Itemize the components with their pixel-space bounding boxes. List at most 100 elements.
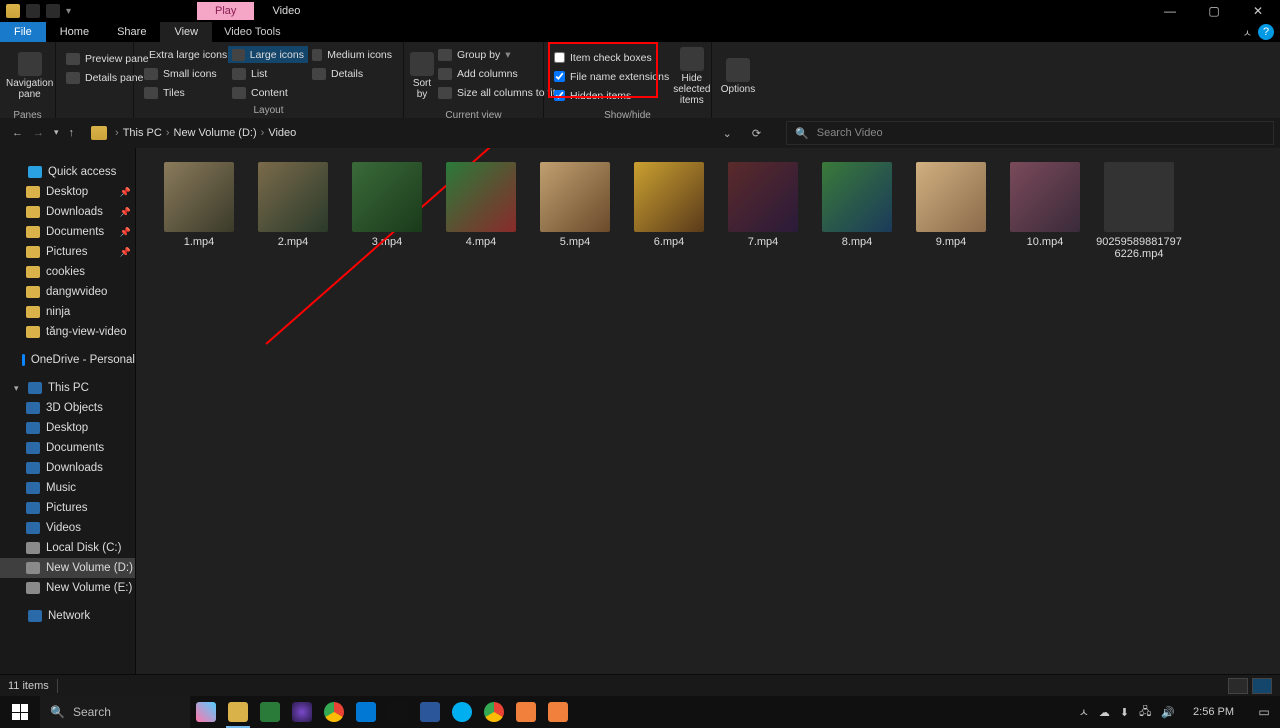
minimize-button[interactable]: — bbox=[1148, 0, 1192, 22]
file-item[interactable]: 4.mp4 bbox=[434, 162, 528, 270]
size-columns-button[interactable]: Size all columns to fit bbox=[434, 84, 560, 101]
file-tab[interactable]: File bbox=[0, 22, 46, 42]
taskbar-app-word[interactable] bbox=[414, 696, 446, 728]
file-item[interactable]: 1.mp4 bbox=[152, 162, 246, 270]
this-pc-node[interactable]: ▾This PC bbox=[0, 378, 135, 398]
tree-item[interactable]: Desktop bbox=[0, 418, 135, 438]
onedrive-node[interactable]: OneDrive - Personal bbox=[0, 350, 135, 370]
file-item[interactable]: 6.mp4 bbox=[622, 162, 716, 270]
tree-item[interactable]: Music bbox=[0, 478, 135, 498]
tray-overflow-icon[interactable]: ㅅ bbox=[1079, 704, 1089, 720]
options-button[interactable]: Options bbox=[718, 46, 758, 106]
taskbar-app-chrome[interactable] bbox=[318, 696, 350, 728]
layout-lg[interactable]: Large icons bbox=[228, 46, 308, 63]
item-check-boxes-toggle[interactable]: Item check boxes bbox=[550, 49, 673, 66]
tree-item[interactable]: New Volume (D:) bbox=[0, 558, 135, 578]
hidden-items-toggle[interactable]: Hidden items bbox=[550, 87, 673, 104]
close-button[interactable]: ✕ bbox=[1236, 0, 1280, 22]
taskbar-app[interactable] bbox=[190, 696, 222, 728]
tree-item[interactable]: Pictures📌 bbox=[0, 242, 135, 262]
file-item[interactable]: 902595898817976226.mp4 bbox=[1092, 162, 1186, 270]
up-button[interactable]: ↑ bbox=[69, 127, 75, 139]
taskbar-app-chrome[interactable] bbox=[478, 696, 510, 728]
forward-button[interactable]: → bbox=[33, 127, 44, 139]
view-tab[interactable]: View bbox=[160, 22, 212, 42]
file-item[interactable]: 8.mp4 bbox=[810, 162, 904, 270]
address-bar[interactable]: › This PC› New Volume (D:)› Video ⌄ ⟳ bbox=[84, 121, 774, 145]
layout-tiles[interactable]: Tiles bbox=[140, 84, 228, 101]
tree-item[interactable]: tăng-view-video bbox=[0, 322, 135, 342]
video-tools-tab[interactable]: Video Tools bbox=[212, 22, 292, 42]
taskbar-app[interactable] bbox=[254, 696, 286, 728]
taskbar-app-vscode[interactable] bbox=[350, 696, 382, 728]
file-name-extensions-toggle[interactable]: File name extensions bbox=[550, 68, 673, 85]
group-by-button[interactable]: Group by ▾ bbox=[434, 46, 560, 63]
recent-locations-button[interactable]: ▾ bbox=[54, 127, 59, 139]
taskbar-app-skype[interactable] bbox=[446, 696, 478, 728]
share-tab[interactable]: Share bbox=[103, 22, 160, 42]
tree-item[interactable]: cookies bbox=[0, 262, 135, 282]
file-list[interactable]: 1.mp42.mp43.mp44.mp45.mp46.mp47.mp48.mp4… bbox=[136, 148, 1280, 674]
layout-details[interactable]: Details bbox=[308, 65, 396, 82]
clock[interactable]: 2:56 PM bbox=[1185, 706, 1242, 718]
crumb-this-pc[interactable]: This PC bbox=[123, 127, 162, 139]
tree-item[interactable]: Downloads bbox=[0, 458, 135, 478]
tree-item[interactable]: Local Disk (C:) bbox=[0, 538, 135, 558]
system-tray[interactable]: ㅅ ☁ ⬇ 🖧 🔊 2:56 PM bbox=[1073, 703, 1248, 722]
onedrive-tray-icon[interactable]: ☁ bbox=[1099, 706, 1110, 719]
tree-item[interactable]: ninja bbox=[0, 302, 135, 322]
action-center-button[interactable]: ▭ bbox=[1248, 696, 1280, 728]
layout-list[interactable]: List bbox=[228, 65, 308, 82]
file-item[interactable]: 5.mp4 bbox=[528, 162, 622, 270]
sort-by-button[interactable]: Sort by bbox=[410, 46, 434, 106]
layout-xl[interactable]: Extra large icons bbox=[140, 46, 228, 63]
start-button[interactable] bbox=[0, 696, 40, 728]
tree-item[interactable]: 3D Objects bbox=[0, 398, 135, 418]
qat-icon[interactable] bbox=[26, 4, 40, 18]
file-item[interactable]: 10.mp4 bbox=[998, 162, 1092, 270]
home-tab[interactable]: Home bbox=[46, 22, 103, 42]
tree-item[interactable]: Pictures bbox=[0, 498, 135, 518]
layout-sm[interactable]: Small icons bbox=[140, 65, 228, 82]
network-node[interactable]: Network bbox=[0, 606, 135, 626]
address-dropdown-icon[interactable]: ⌄ bbox=[717, 127, 738, 140]
help-icon[interactable]: ? bbox=[1258, 24, 1274, 40]
taskbar-app-terminal[interactable] bbox=[382, 696, 414, 728]
qat-icon[interactable] bbox=[46, 4, 60, 18]
hide-selected-button[interactable]: Hide selected items bbox=[673, 46, 710, 106]
layout-content[interactable]: Content bbox=[228, 84, 308, 101]
network-tray-icon[interactable]: 🖧 bbox=[1139, 703, 1151, 722]
file-item[interactable]: 7.mp4 bbox=[716, 162, 810, 270]
quick-access-node[interactable]: Quick access bbox=[0, 162, 135, 182]
collapse-ribbon-icon[interactable]: ㅅ bbox=[1243, 25, 1252, 40]
thumbnails-view-button[interactable] bbox=[1252, 678, 1272, 694]
file-item[interactable]: 9.mp4 bbox=[904, 162, 998, 270]
volume-tray-icon[interactable]: 🔊 bbox=[1161, 706, 1175, 719]
add-columns-button[interactable]: Add columns bbox=[434, 65, 560, 82]
crumb-drive[interactable]: New Volume (D:) bbox=[174, 127, 257, 139]
refresh-button[interactable]: ⟳ bbox=[746, 127, 767, 140]
search-box[interactable]: 🔍 Search Video bbox=[786, 121, 1274, 145]
taskbar-app[interactable] bbox=[510, 696, 542, 728]
qat-overflow-icon[interactable]: ▾ bbox=[66, 6, 71, 17]
tree-item[interactable]: New Volume (E:) bbox=[0, 578, 135, 598]
tree-item[interactable]: Desktop📌 bbox=[0, 182, 135, 202]
file-item[interactable]: 3.mp4 bbox=[340, 162, 434, 270]
tree-item[interactable]: Documents bbox=[0, 438, 135, 458]
tree-item[interactable]: Videos bbox=[0, 518, 135, 538]
tree-item[interactable]: Downloads📌 bbox=[0, 202, 135, 222]
taskbar-app[interactable] bbox=[542, 696, 574, 728]
layout-md[interactable]: Medium icons bbox=[308, 46, 396, 63]
updates-tray-icon[interactable]: ⬇ bbox=[1120, 706, 1129, 719]
back-button[interactable]: ← bbox=[12, 127, 23, 139]
tree-item[interactable]: Documents📌 bbox=[0, 222, 135, 242]
taskbar-app[interactable] bbox=[286, 696, 318, 728]
file-item[interactable]: 2.mp4 bbox=[246, 162, 340, 270]
details-view-button[interactable] bbox=[1228, 678, 1248, 694]
taskbar-search[interactable]: 🔍Search bbox=[40, 696, 190, 728]
maximize-button[interactable]: ▢ bbox=[1192, 0, 1236, 22]
navigation-pane-button[interactable]: Navigation pane bbox=[6, 46, 53, 106]
contextual-tab-play[interactable]: Play bbox=[197, 2, 254, 20]
tree-item[interactable]: dangwvideo bbox=[0, 282, 135, 302]
taskbar-app-explorer[interactable] bbox=[222, 696, 254, 728]
